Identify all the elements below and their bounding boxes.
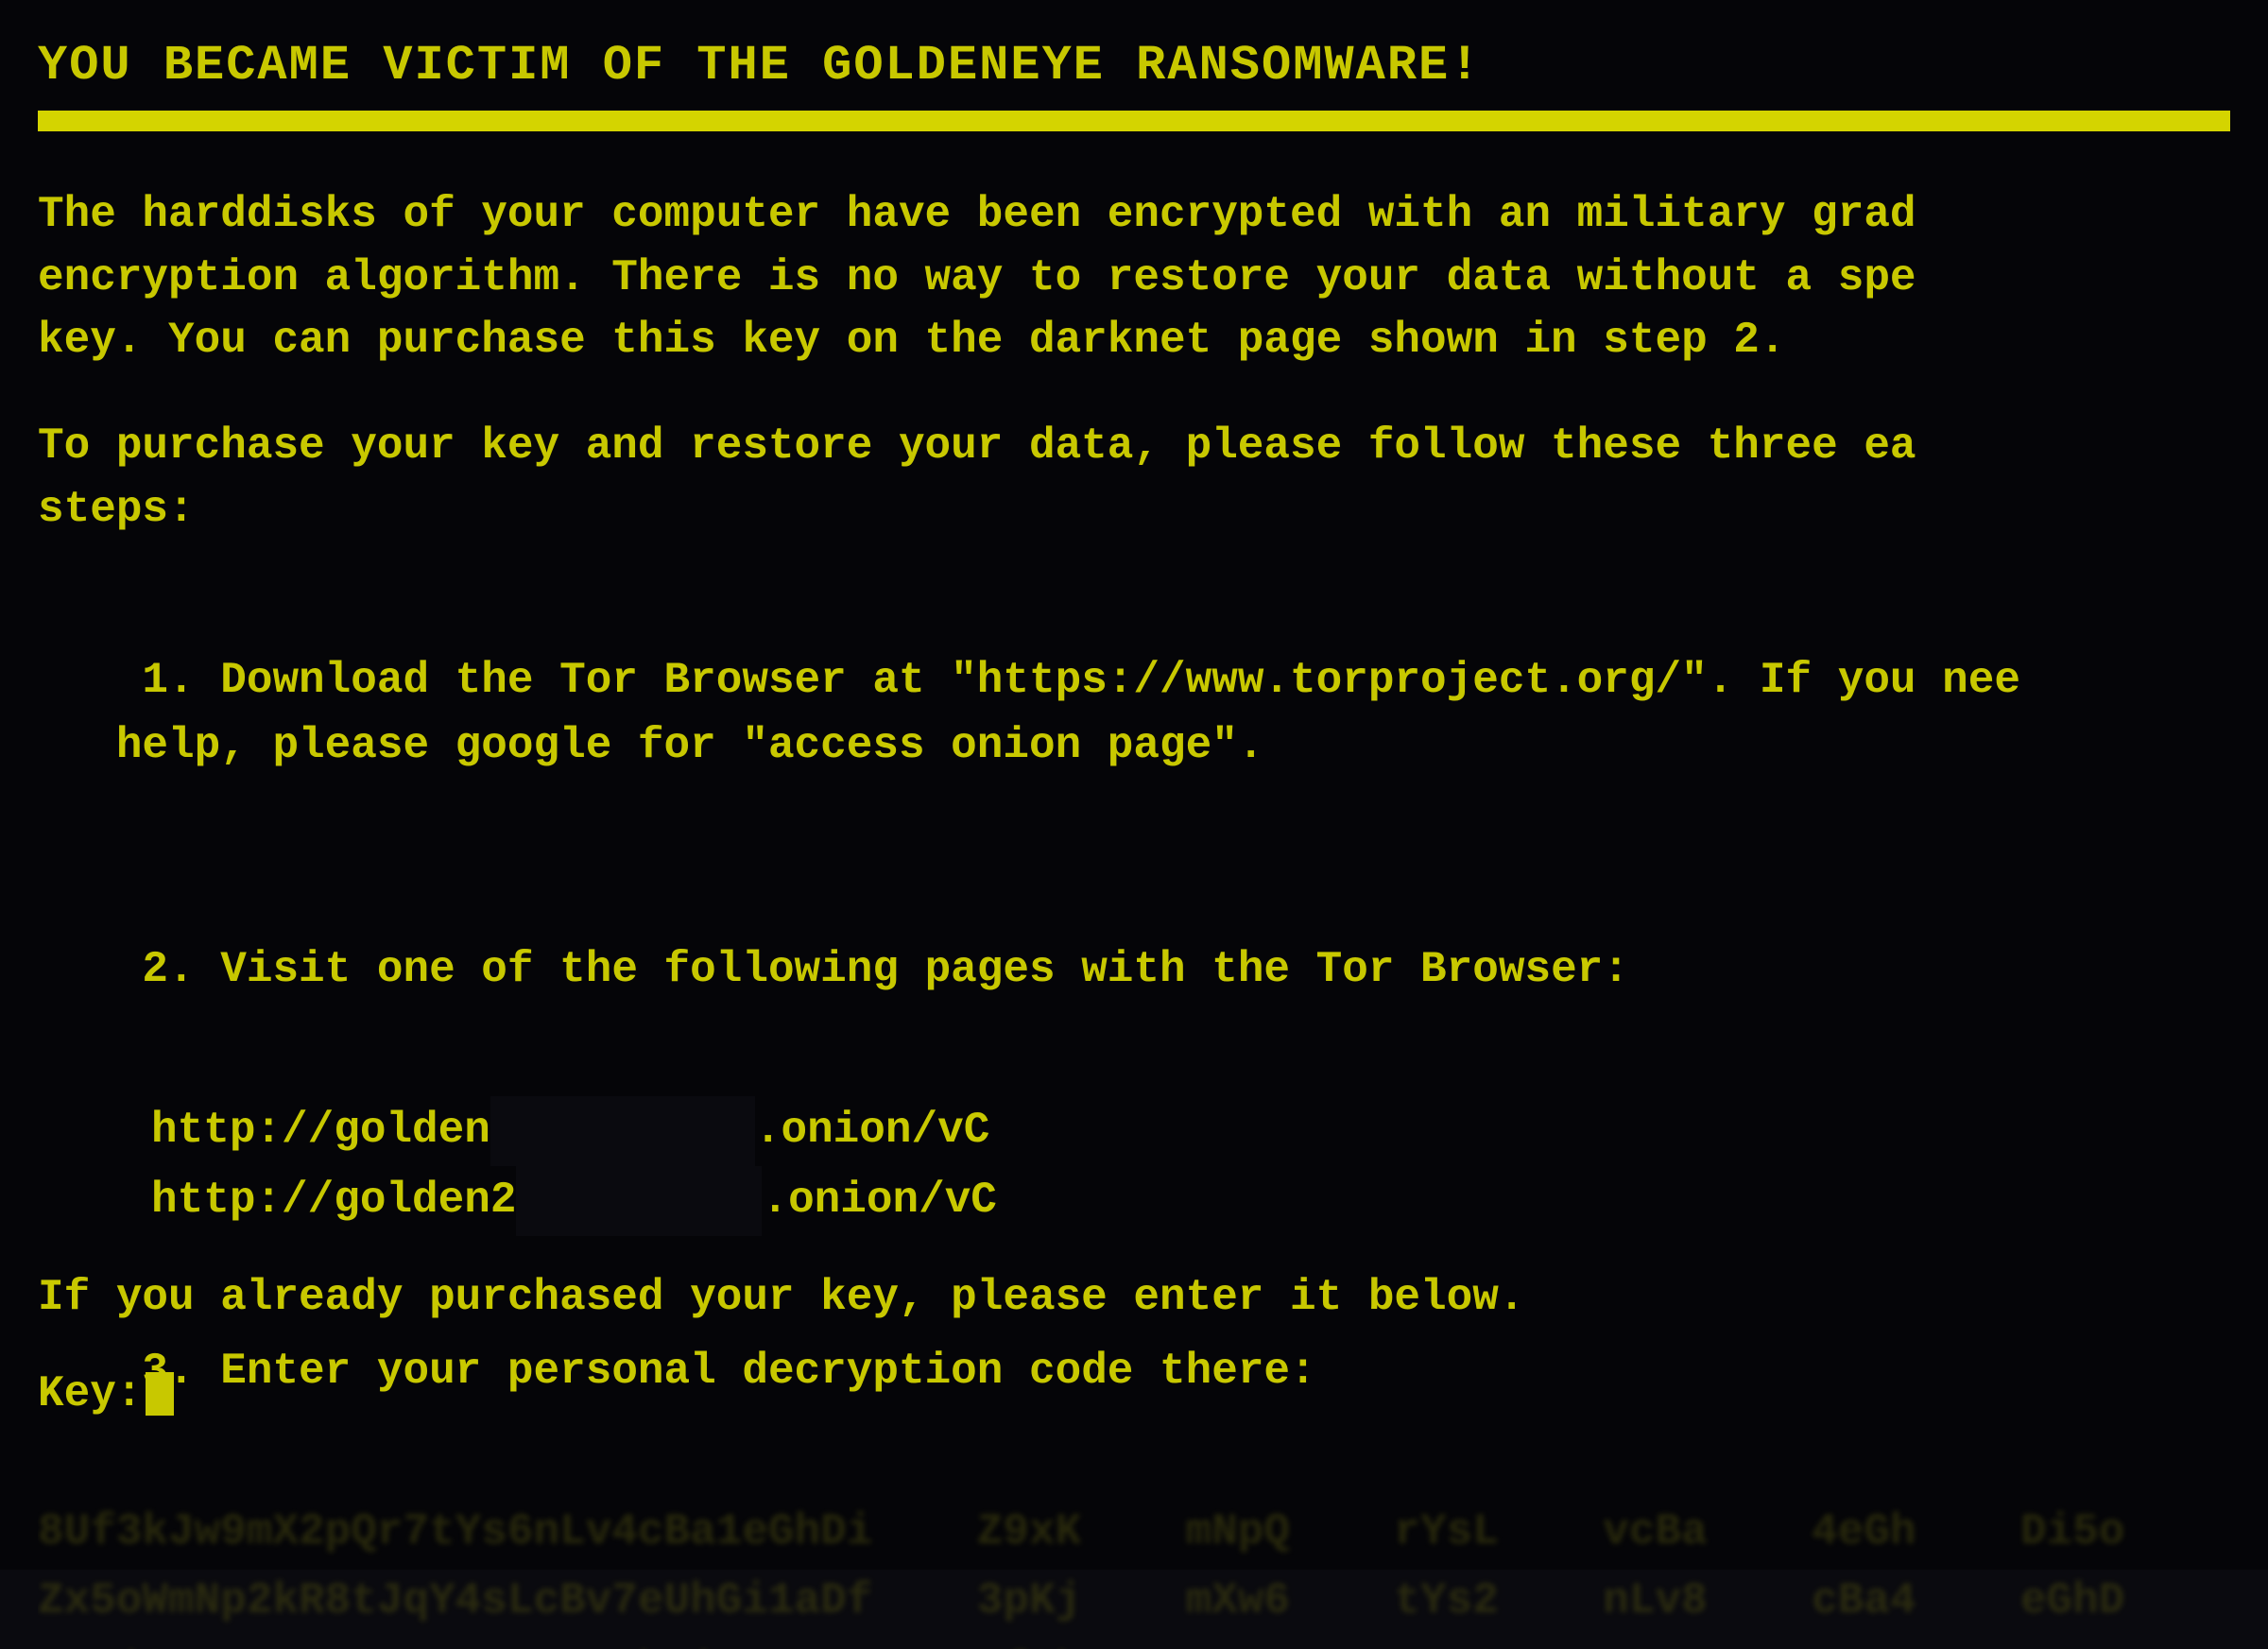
step1: 1. Download the Tor Browser at "https://… — [38, 583, 2230, 844]
ransomware-screen: YOU BECAME VICTIM OF THE GOLDENEYE RANSO… — [0, 0, 2268, 1570]
step2-text: Visit one of the following pages with th… — [195, 945, 1629, 994]
intro-paragraph: The harddisks of your computer have been… — [38, 183, 2230, 372]
key-input-row: Key: — [38, 1369, 2230, 1418]
onion-link-2: http://golden2 .onion/vC — [151, 1166, 2230, 1236]
step1-label: 1. — [142, 656, 194, 705]
blurred-line-2: Zx5oWmNp2kR8tJqY4sLcBv7eUhGi1aDf 3pKj mX… — [38, 1567, 2230, 1637]
link2-redacted — [516, 1166, 762, 1236]
purchase-notice: If you already purchased your key, pleas… — [38, 1273, 2230, 1322]
onion-links-container: http://golden .onion/vC http://golden2 .… — [151, 1096, 2230, 1235]
step2: 2. Visit one of the following pages with… — [38, 872, 2230, 1068]
link2-suffix: .onion/vC — [762, 1176, 996, 1225]
blurred-code-section: 8Uf3kJw9mX2pQr7tYs6nLv4cBa1eGhDi Z9xK mN… — [38, 1498, 2230, 1649]
link2-prefix: http://golden2 — [151, 1176, 516, 1225]
blurred-line-1: 8Uf3kJw9mX2pQr7tYs6nLv4cBa1eGhDi Z9xK mN… — [38, 1498, 2230, 1568]
bottom-section: If you already purchased your key, pleas… — [38, 1273, 2230, 1418]
purchase-intro: To purchase your key and restore your da… — [38, 415, 2230, 541]
link1-prefix: http://golden — [151, 1106, 490, 1155]
step1-text: Download the Tor Browser at "https://www… — [38, 656, 2020, 770]
step2-label: 2. — [142, 945, 194, 994]
onion-link-1: http://golden .onion/vC — [151, 1096, 2230, 1166]
separator-line — [38, 111, 2230, 131]
cursor-blink[interactable] — [146, 1372, 174, 1416]
blurred-line-3: 9pKj3mXw6tYs2nLv8cBa4eGhDi5oWmNp Uf3k Jw… — [38, 1637, 2230, 1649]
title: YOU BECAME VICTIM OF THE GOLDENEYE RANSO… — [38, 38, 2230, 94]
link1-redacted — [490, 1096, 755, 1166]
link1-suffix: .onion/vC — [755, 1106, 989, 1155]
key-label: Key: — [38, 1369, 142, 1418]
